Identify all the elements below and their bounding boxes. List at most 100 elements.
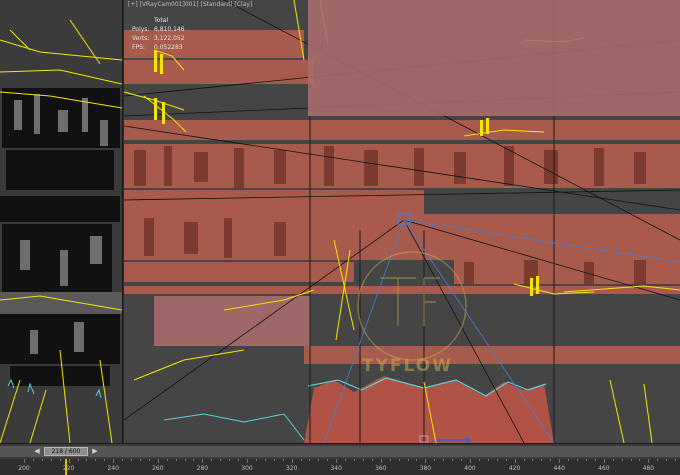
ruler-minor-tick (523, 459, 525, 461)
ruler-minor-tick (175, 459, 177, 461)
ruler-minor-tick (193, 459, 195, 461)
ruler-minor-tick (77, 459, 79, 461)
ruler-minor-tick (675, 459, 677, 461)
ruler-tick (202, 459, 204, 463)
ruler-minor-tick (505, 459, 507, 461)
ruler-tick-label: 420 (508, 465, 521, 472)
ruler-tick-label: 260 (152, 465, 164, 472)
time-slider[interactable]: ◀ 218 / 600 ▶ (0, 446, 680, 457)
ruler-minor-tick (630, 459, 632, 461)
ruler-minor-tick (639, 459, 641, 461)
ruler-minor-tick (577, 459, 579, 461)
ruler-minor-tick (594, 459, 596, 461)
ruler-minor-tick (362, 459, 364, 461)
ruler-minor-tick (666, 459, 668, 461)
viewport-label[interactable]: [+] [VRayCam001]001] [Standard] [Clay] (128, 1, 252, 8)
playhead[interactable] (65, 459, 67, 475)
ruler-tick (24, 459, 25, 463)
stats-key: Verts: (132, 35, 150, 42)
ruler-minor-tick (612, 459, 614, 461)
ruler-tick-label: 320 (285, 465, 298, 472)
left-viewport[interactable] (0, 0, 123, 443)
stats-value: 0.052283 (154, 44, 183, 51)
main-viewport[interactable]: [+] [VRayCam001]001] [Standard] [Clay] T… (124, 0, 680, 443)
ruler-tick (648, 459, 650, 463)
ruler-minor-tick (184, 459, 186, 461)
ruler-minor-tick (487, 459, 489, 461)
ruler-minor-tick (300, 459, 302, 461)
ruler-minor-tick (166, 459, 168, 461)
ruler-minor-tick (496, 459, 498, 461)
ruler-tick-label: 380 (419, 465, 432, 472)
ruler-tick (425, 459, 427, 463)
stats-header: Total (154, 17, 169, 24)
app-window: [+] [VRayCam001]001] [Standard] [Clay] T… (0, 0, 680, 475)
ruler-minor-tick (264, 459, 266, 461)
stats-value: 6,810,146 (154, 26, 185, 33)
ruler-tick-label: 480 (642, 465, 655, 472)
safe-frame-overlay (308, 0, 680, 116)
ruler-minor-tick (550, 459, 552, 461)
ruler-tick-label: 400 (464, 465, 476, 472)
ruler-minor-tick (585, 459, 587, 461)
ruler-tick-label: 460 (598, 465, 610, 472)
ruler-minor-tick (345, 459, 347, 461)
ruler-minor-tick (389, 459, 391, 461)
ruler-minor-tick (41, 459, 43, 461)
timeline: ◀ 218 / 600 ▶ 200 220 240 260 280 300 320 340 36… (0, 443, 680, 475)
ruler-minor-tick (461, 459, 463, 461)
ruler-minor-tick (407, 459, 409, 461)
ruler-minor-tick (657, 459, 659, 461)
ruler-minor-tick (434, 459, 436, 461)
ruler-tick (559, 459, 561, 463)
ruler-minor-tick (148, 459, 150, 461)
ruler-minor-tick (398, 459, 400, 461)
ruler-tick-label: 440 (553, 465, 565, 472)
ruler-tick (157, 459, 159, 463)
ruler-minor-tick (220, 459, 222, 461)
time-slider-thumb[interactable]: 218 / 600 (44, 447, 88, 456)
ruler-tick-label: 200 (18, 465, 30, 472)
ruler-tick (336, 459, 338, 463)
ruler-minor-tick (309, 459, 311, 461)
ruler-minor-tick (104, 459, 106, 461)
stats-row: FPS: 0.052283 (132, 43, 185, 52)
ruler-minor-tick (86, 459, 88, 461)
ruler-tick-label: 300 (241, 465, 253, 472)
ruler-minor-tick (238, 459, 240, 461)
ruler-minor-tick (139, 459, 141, 461)
ruler-minor-tick (371, 459, 373, 461)
ruler-tick (470, 459, 471, 463)
ruler-minor-tick (416, 459, 418, 461)
ruler-minor-tick (95, 459, 97, 461)
ruler-minor-tick (621, 459, 623, 461)
stats-row: Polys: 6,810,146 (132, 25, 185, 34)
ruler-minor-tick (478, 459, 480, 461)
ruler-minor-tick (327, 459, 329, 461)
ruler-minor-tick (255, 459, 257, 461)
ruler-tick-label: 340 (330, 465, 342, 472)
ruler-minor-tick (452, 459, 454, 461)
frame-ruler[interactable]: 200 220 240 260 280 300 320 340 360 380 400 420 440 4… (0, 459, 680, 475)
stats-row: Verts: 3,122,052 (132, 34, 185, 43)
ruler-tick (113, 459, 115, 463)
chevron-right-icon[interactable]: ▶ (88, 446, 102, 457)
ruler-tick (514, 459, 516, 463)
ruler-minor-tick (122, 459, 124, 461)
ruler-minor-tick (541, 459, 543, 461)
ruler-minor-tick (532, 459, 534, 461)
ruler-tick (603, 459, 605, 463)
ruler-minor-tick (50, 459, 52, 461)
ruler-tick-label: 240 (107, 465, 119, 472)
ruler-minor-tick (318, 459, 320, 461)
stats-key: FPS: (132, 44, 145, 51)
stats-key: Polys: (132, 26, 150, 33)
ruler-minor-tick (229, 459, 231, 461)
chevron-left-icon[interactable]: ◀ (30, 446, 44, 457)
ruler-minor-tick (32, 459, 34, 461)
ruler-minor-tick (131, 459, 133, 461)
ruler-tick (68, 459, 70, 463)
ruler-minor-tick (59, 459, 61, 461)
ruler-minor-tick (354, 459, 356, 461)
viewport-statistics: Total Polys: 6,810,146 Verts: 3,122,052 … (132, 16, 185, 52)
